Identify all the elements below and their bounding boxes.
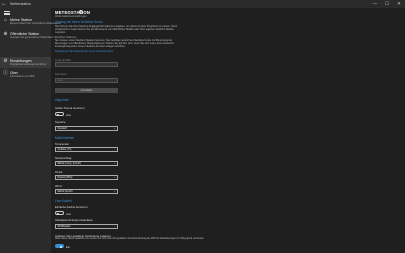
globe-icon: ⊕ xyxy=(3,31,8,37)
sidebar-item-public-station[interactable]: ⊕ Öffentliche Station Anzeigen der gemei… xyxy=(0,30,76,41)
settings-page: METEOSTATION i Wetterstationseinstellung… xyxy=(51,8,405,253)
wind-select[interactable]: Metric (km/h) ⌄ xyxy=(55,189,118,194)
pressure-select[interactable]: Pascal (hPa) ⌄ xyxy=(55,175,118,180)
section-heading-account: Zugang mit Ihrem NetAtmo Konto xyxy=(55,20,103,24)
sidebar-item-about[interactable]: ⓘ Über Informationen und Hilfe xyxy=(0,69,51,80)
chevron-down-icon: ⌄ xyxy=(113,176,116,179)
page-subtitle: Wetterstationseinstellungen xyxy=(55,15,87,18)
metered-toggle-state: Ein xyxy=(66,244,71,249)
hamburger-icon[interactable] xyxy=(4,11,10,15)
sidebar: ⌂ Meine Station Eigenen Daten Ihrer pers… xyxy=(0,8,77,253)
section-heading-general: Allgemein xyxy=(55,98,69,102)
info-icon: ⓘ xyxy=(3,70,9,76)
temperature-value: Celsius (°C) xyxy=(57,148,72,151)
password-label: Kennwort xyxy=(55,72,67,76)
temperature-select[interactable]: Celsius (°C) ⌄ xyxy=(55,147,118,152)
tiles-label: Einfache Kachel benutzen xyxy=(55,205,88,209)
account-description-2: Sie müssen einen NetAtmo Station benutze… xyxy=(55,39,174,49)
metered-toggle[interactable] xyxy=(55,244,64,248)
tiles-toggle[interactable] xyxy=(55,211,64,215)
theme-toggle[interactable] xyxy=(55,112,64,116)
chevron-down-icon: ⌄ xyxy=(113,162,116,165)
theme-toggle-state: Aus xyxy=(66,112,71,117)
rain-label: Niederschlag xyxy=(55,156,72,160)
title-bar: ← Wetterstation — ☐ ✕ xyxy=(0,0,405,8)
login-email-input[interactable] xyxy=(55,62,118,67)
chevron-down-icon: ⌄ xyxy=(113,148,116,151)
sidebar-item-settings[interactable]: ⚙ Einstellungen Programmeinstellungen ei… xyxy=(0,57,51,68)
rain-select[interactable]: Metric (mm), (mm/h) ⌄ xyxy=(55,161,118,166)
pressure-value: Pascal (hPa) xyxy=(57,176,73,179)
maximize-button[interactable]: ☐ xyxy=(381,0,393,8)
refresh-value: 30 Minuten xyxy=(57,225,71,228)
refresh-select[interactable]: 30 Minuten ⌄ xyxy=(55,224,118,229)
window-controls: — ☐ ✕ xyxy=(369,0,405,8)
theme-label: Helles Thema benutzen xyxy=(55,106,85,110)
account-description: Hier können Sie Ihre NetAtmo Zugangsinfo… xyxy=(55,25,178,35)
rain-value: Metric (mm), (mm/h) xyxy=(57,162,81,165)
sidebar-item-sublabel: Informationen und Hilfe xyxy=(10,74,35,78)
section-heading-tiles: Live-Kachel xyxy=(55,199,72,203)
wind-value: Metric (km/h) xyxy=(57,190,73,193)
temperature-label: Temperatur xyxy=(55,142,70,146)
back-arrow-icon[interactable]: ← xyxy=(0,0,8,8)
password-input[interactable]: •••••• xyxy=(55,78,118,83)
login-button[interactable]: Anmelden xyxy=(55,88,118,93)
metered-description: Wenn diese Option deaktiviert ist, werde… xyxy=(55,238,205,240)
chevron-down-icon: ⌄ xyxy=(113,225,116,228)
wind-label: Wind xyxy=(55,184,62,188)
window-title: Wetterstation xyxy=(10,2,32,6)
register-link[interactable]: Registrieren Sie kostenlos ein neues Net… xyxy=(55,50,113,53)
language-value: Deutsch xyxy=(57,127,68,130)
language-label: Sprache xyxy=(55,120,66,124)
gear-icon: ⚙ xyxy=(3,58,8,64)
language-select[interactable]: Deutsch ⌄ xyxy=(55,126,118,131)
close-button[interactable]: ✕ xyxy=(393,0,405,8)
sidebar-item-my-station[interactable]: ⌂ Meine Station Eigenen Daten Ihrer pers… xyxy=(0,16,60,27)
pressure-label: Druck xyxy=(55,170,63,174)
chevron-down-icon: ⌄ xyxy=(113,190,116,193)
tiles-toggle-state: Aus xyxy=(66,211,71,216)
home-icon: ⌂ xyxy=(3,17,8,23)
chevron-down-icon: ⌄ xyxy=(113,127,116,130)
refresh-label: Häufigkeit Hintergrundupdates xyxy=(55,218,93,222)
sidebar-item-sublabel: Programmeinstellungen einrichten xyxy=(10,62,47,66)
section-heading-units: Maßeinheiten xyxy=(55,136,75,140)
minimize-button[interactable]: — xyxy=(369,0,381,8)
